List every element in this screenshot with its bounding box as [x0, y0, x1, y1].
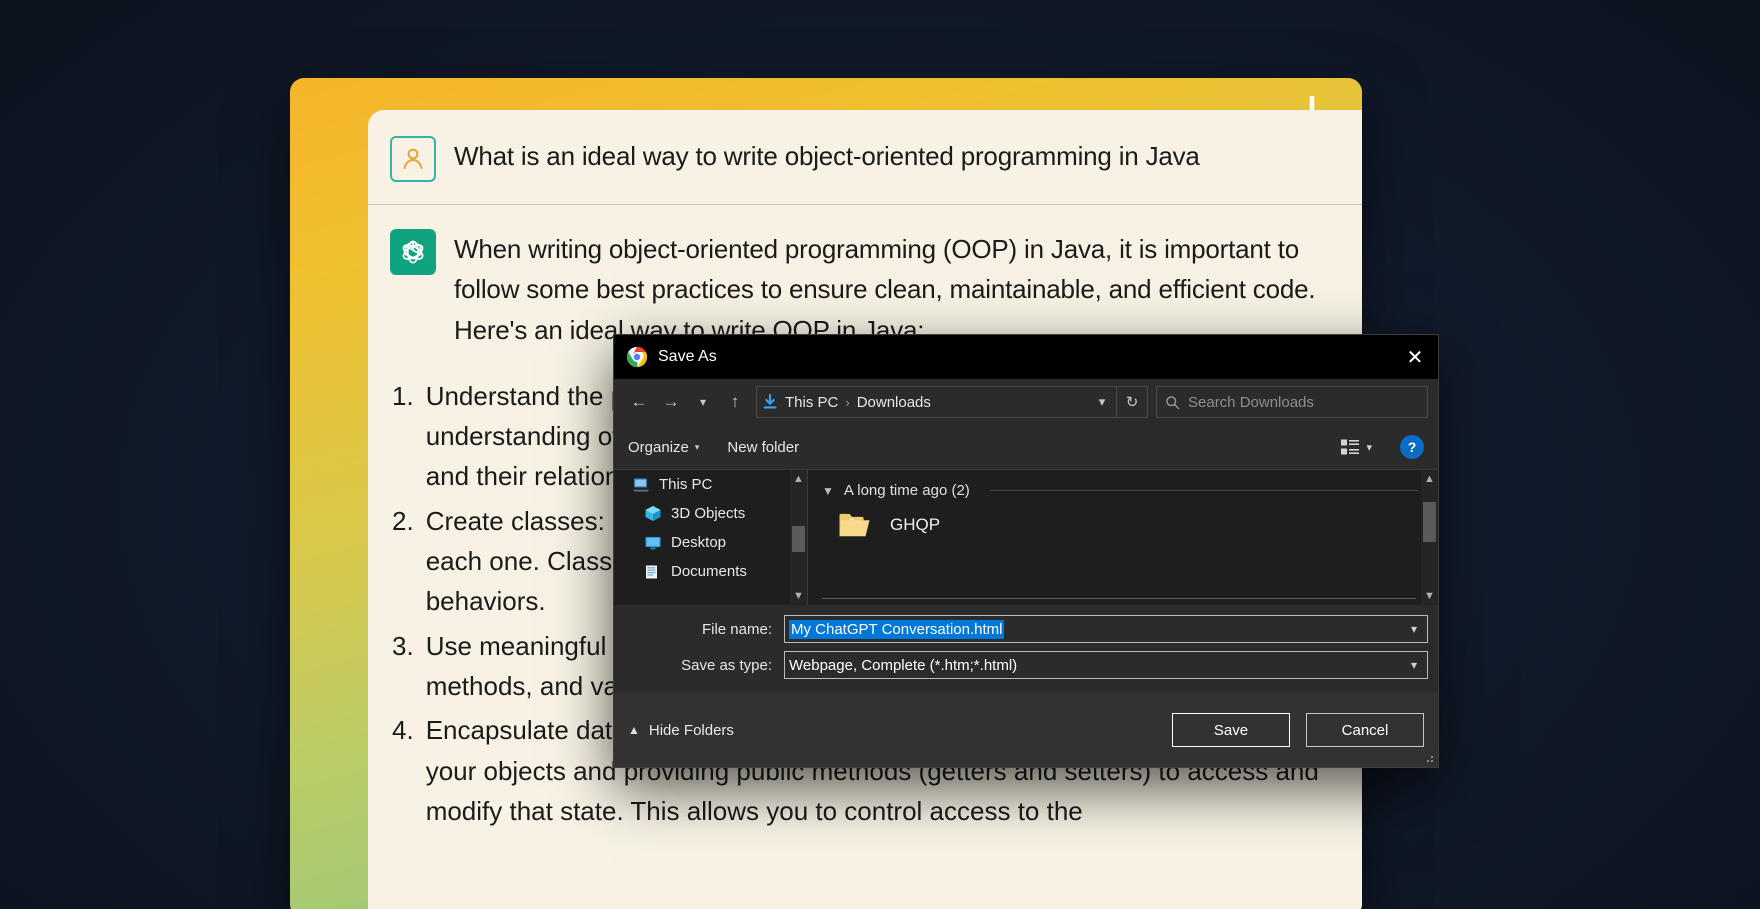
file-scroll-track[interactable] — [1421, 488, 1438, 587]
user-message-text: What is an ideal way to write object-ori… — [454, 136, 1200, 182]
dialog-titlebar[interactable]: Save As ✕ — [614, 335, 1438, 379]
tree-item-label: 3D Objects — [671, 505, 745, 522]
tree-item-this-pc[interactable]: This PC — [614, 470, 807, 499]
new-folder-button[interactable]: New folder — [727, 439, 799, 456]
help-label: ? — [1408, 439, 1417, 455]
arrow-left-icon[interactable]: ← — [624, 387, 654, 417]
assistant-avatar — [390, 229, 436, 275]
help-icon[interactable]: ? — [1400, 435, 1424, 459]
organize-caret-icon: ▾ — [695, 442, 700, 453]
tree-item-3d-objects[interactable]: 3D Objects — [614, 499, 807, 528]
breadcrumb-separator: › — [840, 395, 854, 410]
resize-grip-icon[interactable] — [1423, 752, 1435, 764]
group-chevron-down-icon[interactable]: ▼ — [822, 484, 834, 498]
view-options-button[interactable]: ▾ — [1334, 438, 1378, 456]
file-list-item[interactable]: GHQP — [808, 503, 1438, 547]
group-header-rule — [990, 490, 1418, 491]
navigation-pane-scrollbar[interactable]: ▲ ▼ — [790, 470, 807, 605]
file-group-header: ▼ A long time ago (2) — [808, 470, 1438, 503]
recent-locations-chevron-down-icon[interactable]: ▾ — [688, 387, 718, 417]
file-name-input[interactable]: My ChatGPT Conversation.html ▾ — [784, 615, 1428, 643]
arrow-right-icon[interactable]: → — [656, 387, 686, 417]
arrow-up-icon[interactable]: ↑ — [720, 387, 750, 417]
search-placeholder: Search Downloads — [1188, 394, 1314, 411]
save-button[interactable]: Save — [1172, 713, 1290, 747]
dialog-content: This PC 3D Objects Desktop — [614, 469, 1438, 605]
organize-button[interactable]: Organize ▾ — [628, 439, 699, 456]
list-item-number: 3. — [392, 626, 414, 707]
tree-item-label: Documents — [671, 563, 747, 580]
save-as-type-select[interactable]: Webpage, Complete (*.htm;*.html) ▾ — [784, 651, 1428, 679]
breadcrumb-this-pc[interactable]: This PC — [783, 394, 840, 411]
list-item-number: 2. — [392, 501, 414, 622]
file-group-label: A long time ago (2) — [844, 482, 970, 499]
dialog-navbar: ← → ▾ ↑ This PC › Downloads ▾ ↻ Search D… — [614, 379, 1438, 425]
nav-scroll-down-chevron-down-icon[interactable]: ▼ — [793, 587, 804, 605]
tree-item-label: This PC — [659, 476, 712, 493]
downloads-arrow-icon — [757, 394, 783, 410]
file-name-value: My ChatGPT Conversation.html — [789, 620, 1004, 639]
save-as-type-chevron-down-icon[interactable]: ▾ — [1401, 652, 1427, 678]
user-avatar — [390, 136, 436, 182]
refresh-icon[interactable]: ↻ — [1117, 387, 1147, 417]
file-name-label-text: File name: — [624, 621, 784, 638]
view-chevron-down-icon[interactable]: ▾ — [1366, 441, 1372, 454]
close-icon[interactable]: ✕ — [1392, 335, 1438, 379]
cube-icon — [644, 505, 662, 522]
tree-item-documents[interactable]: Documents — [614, 557, 807, 586]
file-scroll-up-chevron-up-icon[interactable]: ▲ — [1424, 470, 1435, 488]
chrome-icon — [626, 346, 648, 368]
file-scroll-down-chevron-down-icon[interactable]: ▼ — [1424, 587, 1435, 605]
organize-label: Organize — [628, 439, 689, 456]
hide-folders-chevron-up-icon: ▲ — [628, 723, 640, 737]
address-bar[interactable]: This PC › Downloads ▾ ↻ — [756, 386, 1148, 418]
dialog-footer: ▲ Hide Folders Save Cancel — [614, 693, 1438, 767]
save-as-type-value: Webpage, Complete (*.htm;*.html) — [789, 657, 1017, 674]
list-item-number: 1. — [392, 376, 414, 497]
navigation-pane: This PC 3D Objects Desktop — [614, 470, 808, 605]
save-as-dialog: Save As ✕ ← → ▾ ↑ This PC › Downloads ▾ … — [613, 334, 1439, 768]
folder-icon — [838, 511, 872, 539]
save-as-type-label-text: Save as type: — [624, 657, 784, 674]
cancel-button[interactable]: Cancel — [1306, 713, 1424, 747]
tree-item-desktop[interactable]: Desktop — [614, 528, 807, 557]
computer-icon — [632, 477, 650, 493]
dialog-toolbar: Organize ▾ New folder ▾ ? — [614, 425, 1438, 469]
file-list-pane: ▼ A long time ago (2) GHQP ▲ — [808, 470, 1438, 605]
list-item-number: 4. — [392, 710, 414, 831]
file-name-row: File name: My ChatGPT Conversation.html … — [624, 615, 1428, 643]
documents-icon — [644, 564, 662, 580]
new-folder-label: New folder — [727, 439, 799, 456]
hide-folders-label: Hide Folders — [649, 722, 734, 739]
view-list-icon — [1340, 438, 1360, 456]
dialog-title: Save As — [658, 348, 717, 366]
nav-scroll-track[interactable] — [790, 488, 807, 587]
openai-logo-icon — [397, 236, 429, 268]
file-list-scrollbar[interactable]: ▲ ▼ — [1421, 470, 1438, 605]
file-name-chevron-down-icon[interactable]: ▾ — [1401, 616, 1427, 642]
search-input[interactable]: Search Downloads — [1156, 386, 1428, 418]
user-message-row: What is an ideal way to write object-ori… — [368, 110, 1362, 204]
file-scroll-thumb[interactable] — [1423, 502, 1436, 542]
breadcrumb-downloads[interactable]: Downloads — [855, 394, 933, 411]
user-outline-icon — [399, 145, 427, 173]
nav-scroll-thumb[interactable] — [792, 526, 805, 552]
tree-item-label: Desktop — [671, 534, 726, 551]
file-name-label: GHQP — [890, 515, 940, 535]
address-chevron-down-icon[interactable]: ▾ — [1088, 387, 1116, 417]
cancel-button-label: Cancel — [1342, 722, 1389, 739]
save-button-label: Save — [1214, 722, 1248, 739]
assistant-intro-text: When writing object-oriented programming… — [454, 229, 1332, 350]
search-icon — [1165, 395, 1180, 410]
hide-folders-button[interactable]: ▲ Hide Folders — [628, 722, 734, 739]
dialog-fields: File name: My ChatGPT Conversation.html … — [614, 605, 1438, 693]
file-list-separator — [822, 598, 1416, 599]
desktop-icon — [644, 535, 662, 551]
save-as-type-row: Save as type: Webpage, Complete (*.htm;*… — [624, 651, 1428, 679]
nav-scroll-up-chevron-up-icon[interactable]: ▲ — [793, 470, 804, 488]
